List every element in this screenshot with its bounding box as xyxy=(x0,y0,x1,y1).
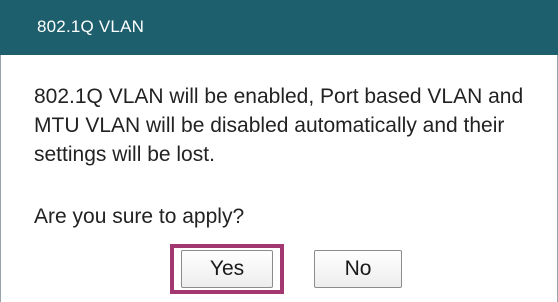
dialog-title: 802.1Q VLAN xyxy=(37,17,145,36)
dialog-question: Are you sure to apply? xyxy=(34,205,245,228)
dialog-titlebar: 802.1Q VLAN xyxy=(0,0,558,55)
yes-button[interactable]: Yes xyxy=(181,250,273,288)
no-button[interactable]: No xyxy=(314,250,402,288)
confirm-dialog: 802.1Q VLAN 802.1Q VLAN will be enabled,… xyxy=(0,0,558,302)
dialog-message: 802.1Q VLAN will be enabled, Port based … xyxy=(34,85,524,166)
dialog-body: 802.1Q VLAN will be enabled, Port based … xyxy=(0,55,558,302)
